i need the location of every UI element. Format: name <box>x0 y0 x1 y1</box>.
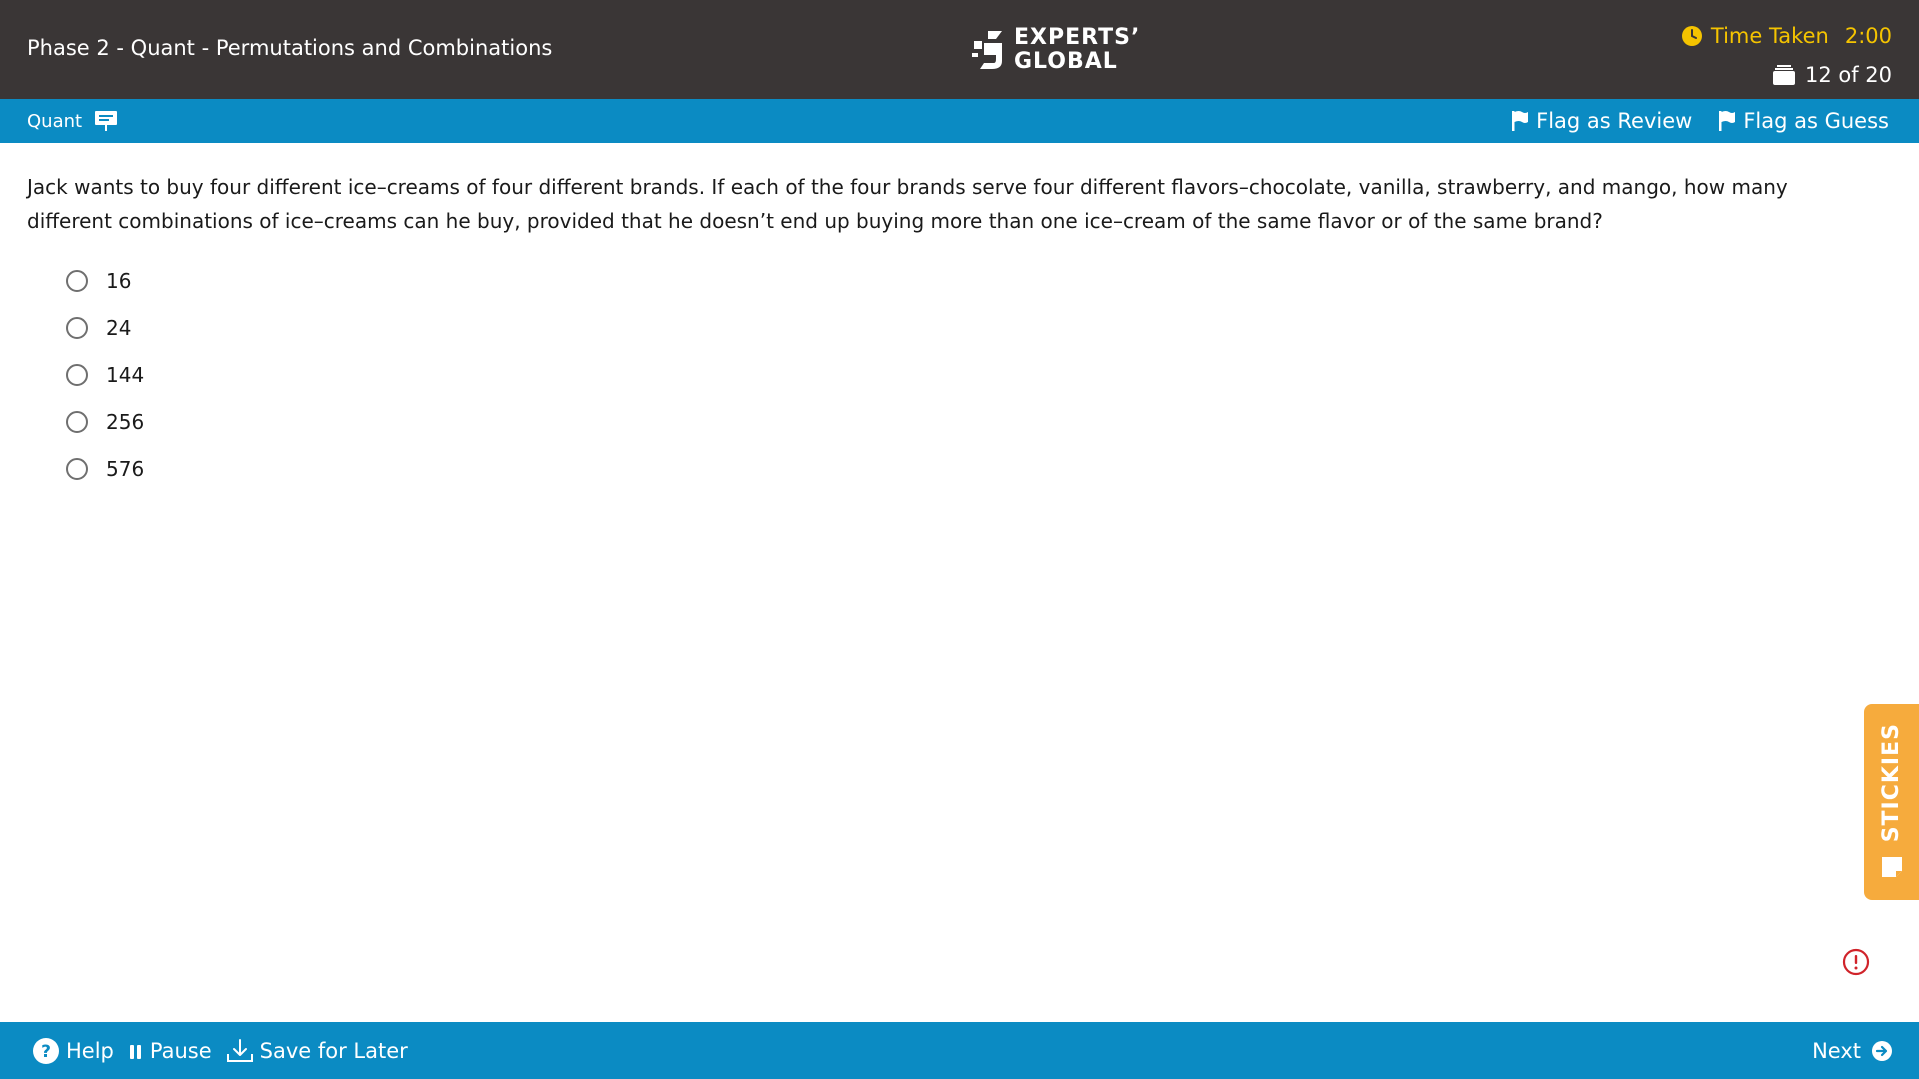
option-label: 24 <box>106 315 132 340</box>
next-label: Next <box>1812 1038 1861 1063</box>
radio-button[interactable] <box>66 316 88 339</box>
option-label: 256 <box>106 409 145 434</box>
answer-option[interactable]: 24 <box>66 304 144 351</box>
section-label-group: Quant <box>27 99 118 143</box>
flag-buttons: Flag as Review Flag as Guess <box>1511 99 1889 143</box>
answer-option[interactable]: 16 <box>66 257 144 304</box>
help-button[interactable]: ? Help <box>32 1037 114 1065</box>
next-button[interactable]: Next <box>1812 1022 1893 1079</box>
answer-option[interactable]: 256 <box>66 398 144 445</box>
flag-icon <box>1512 111 1529 131</box>
experts-global-logo: EXPERTS’ GLOBAL <box>968 26 1140 74</box>
radio-button[interactable] <box>66 410 88 433</box>
option-label: 16 <box>106 268 132 293</box>
radio-button[interactable] <box>66 457 88 480</box>
svg-text:?: ? <box>41 1042 51 1062</box>
stickies-label: STICKIES <box>1879 723 1904 843</box>
stickies-tab[interactable]: STICKIES <box>1864 704 1919 900</box>
answer-option[interactable]: 144 <box>66 351 144 398</box>
option-label: 144 <box>106 362 145 387</box>
save-for-later-label: Save for Later <box>259 1038 408 1063</box>
pause-button[interactable]: Pause <box>128 1039 212 1063</box>
answer-option[interactable]: 576 <box>66 445 144 492</box>
timer: Time Taken 2:00 <box>1681 24 1892 48</box>
whiteboard-icon[interactable] <box>94 109 118 133</box>
download-icon <box>226 1038 253 1062</box>
question-circle-icon: ? <box>33 1037 59 1064</box>
flag-icon <box>1719 111 1736 131</box>
flag-as-review-button[interactable]: Flag as Review <box>1511 109 1692 133</box>
stack-icon <box>1772 65 1795 85</box>
logo-line-2: GLOBAL <box>1014 49 1118 74</box>
question-text: Jack wants to buy four different ice–cre… <box>27 175 1788 233</box>
logo-text: EXPERTS’ GLOBAL <box>1014 26 1140 74</box>
flag-as-guess-button[interactable]: Flag as Guess <box>1718 109 1889 133</box>
question-counter-text: 12 of 20 <box>1804 63 1892 87</box>
clock-icon <box>1681 26 1702 46</box>
test-title: Phase 2 - Quant - Permutations and Combi… <box>27 36 553 60</box>
section-label: Quant <box>27 110 83 132</box>
logo-line-1: EXPERTS’ <box>1014 25 1141 50</box>
bottom-left-actions: ? Help Pause Save for Later <box>32 1022 408 1079</box>
bottom-toolbar: ? Help Pause Save for Later Next <box>0 1022 1919 1079</box>
sticky-note-icon <box>1881 856 1902 877</box>
top-header: Phase 2 - Quant - Permutations and Combi… <box>0 0 1919 99</box>
save-for-later-button[interactable]: Save for Later <box>226 1038 408 1064</box>
exclamation-circle-icon[interactable] <box>1842 948 1870 976</box>
time-taken-label: Time Taken <box>1710 24 1829 48</box>
arrow-circle-right-icon <box>1872 1040 1892 1061</box>
flag-as-guess-label: Flag as Guess <box>1743 109 1889 133</box>
radio-button[interactable] <box>66 269 88 292</box>
radio-button[interactable] <box>66 363 88 386</box>
section-bar: Quant Flag as Review Flag as Guess <box>0 99 1919 143</box>
flag-as-review-label: Flag as Review <box>1536 109 1693 133</box>
pause-label: Pause <box>149 1038 212 1063</box>
pause-icon <box>129 1044 141 1059</box>
help-label: Help <box>66 1038 114 1063</box>
question-counter: 12 of 20 <box>1772 63 1892 87</box>
logo-mark-icon <box>972 31 1002 69</box>
time-taken-value: 2:00 <box>1844 24 1892 48</box>
answer-options: 16 24 144 256 576 <box>66 257 144 492</box>
option-label: 576 <box>106 456 145 481</box>
